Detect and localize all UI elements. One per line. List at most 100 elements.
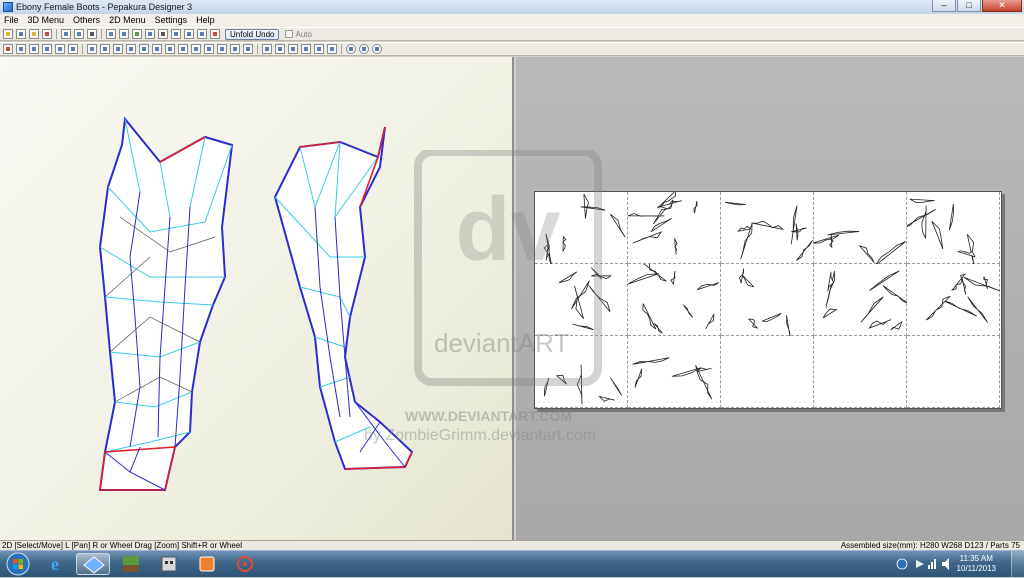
pattern-part[interactable]	[641, 262, 667, 282]
pattern-part[interactable]	[741, 274, 755, 288]
pattern-part[interactable]	[983, 276, 988, 290]
taskbar-clock[interactable]: 11:35 AM 10/11/2013	[957, 554, 996, 574]
mode-icon-4[interactable]	[126, 44, 136, 54]
2d-view-pane[interactable]	[516, 57, 1024, 540]
pattern-part[interactable]	[555, 374, 567, 385]
pattern-part[interactable]	[812, 234, 840, 244]
pattern-part[interactable]	[860, 296, 884, 323]
pattern-part[interactable]	[590, 267, 602, 280]
pattern-part[interactable]	[868, 319, 892, 329]
maximize-button[interactable]: □	[957, 0, 981, 12]
pattern-parts[interactable]	[901, 192, 1000, 270]
align-top-icon[interactable]	[301, 44, 311, 54]
mode-icon-9[interactable]	[191, 44, 201, 54]
minecraft-icon[interactable]	[114, 553, 148, 575]
align-left-icon[interactable]	[262, 44, 272, 54]
light-icon[interactable]	[68, 44, 78, 54]
print-page[interactable]	[535, 264, 628, 336]
vertex-icon[interactable]	[42, 44, 52, 54]
pattern-part[interactable]	[967, 296, 988, 323]
pattern-part[interactable]	[583, 194, 589, 219]
print-page[interactable]	[812, 192, 907, 266]
pattern-part[interactable]	[827, 230, 860, 236]
close-button[interactable]: ✕	[982, 0, 1022, 12]
flap-icon[interactable]	[132, 29, 142, 39]
pattern-part[interactable]	[670, 271, 676, 285]
pattern-part[interactable]	[822, 308, 838, 319]
menu-2d[interactable]: 2D Menu	[105, 14, 151, 27]
menu-others[interactable]: Others	[69, 14, 105, 27]
pattern-part[interactable]	[747, 318, 759, 329]
app-icon-red[interactable]	[228, 553, 262, 575]
pepakura-taskbar-icon[interactable]	[76, 553, 110, 575]
wire-icon[interactable]	[55, 44, 65, 54]
mode-icon-10[interactable]	[204, 44, 214, 54]
grid-icon[interactable]	[171, 29, 181, 39]
mode-icon-6[interactable]	[152, 44, 162, 54]
pattern-part[interactable]	[693, 201, 698, 214]
pattern-part[interactable]	[786, 315, 791, 341]
pattern-part[interactable]	[543, 377, 550, 397]
print-page[interactable]	[721, 336, 814, 408]
pattern-part[interactable]	[671, 367, 701, 377]
show-desktop-button[interactable]	[1011, 551, 1024, 577]
texture-icon[interactable]	[42, 29, 52, 39]
zoom-in-icon[interactable]	[346, 44, 356, 54]
pattern-part[interactable]	[795, 223, 799, 241]
align-middle-icon[interactable]	[314, 44, 324, 54]
print-page[interactable]	[901, 192, 1000, 270]
pattern-part[interactable]	[682, 304, 694, 318]
menu-3d[interactable]: 3D Menu	[24, 14, 70, 27]
pattern-part[interactable]	[627, 273, 659, 285]
print-page[interactable]	[627, 189, 721, 264]
print-page[interactable]	[907, 264, 1001, 336]
pattern-part[interactable]	[875, 241, 906, 266]
join-icon[interactable]	[106, 29, 116, 39]
face-icon[interactable]	[29, 44, 39, 54]
pattern-part[interactable]	[674, 238, 678, 255]
pattern-part[interactable]	[925, 295, 951, 321]
unfold-icon[interactable]	[29, 29, 39, 39]
fit-icon[interactable]	[372, 44, 382, 54]
pattern-part[interactable]	[948, 203, 955, 231]
pattern-part[interactable]	[858, 245, 875, 263]
pattern-part[interactable]	[571, 280, 590, 310]
pattern-part[interactable]	[696, 282, 720, 291]
align-center-icon[interactable]	[275, 44, 285, 54]
select-arrow-icon[interactable]	[3, 44, 13, 54]
move-icon[interactable]	[74, 29, 84, 39]
minimize-button[interactable]: –	[932, 0, 956, 12]
pattern-parts[interactable]	[628, 336, 721, 408]
pattern-part[interactable]	[890, 320, 903, 331]
print-page[interactable]	[535, 192, 628, 271]
pattern-part[interactable]	[901, 209, 936, 230]
internet-explorer-icon[interactable]: e	[38, 553, 72, 575]
pattern-part[interactable]	[609, 377, 622, 396]
print-page[interactable]	[721, 192, 814, 264]
pattern-part[interactable]	[796, 239, 813, 261]
pattern-part[interactable]	[543, 243, 549, 261]
pattern-parts[interactable]	[627, 262, 721, 336]
pattern-part[interactable]	[966, 234, 976, 270]
pattern-parts[interactable]	[814, 264, 909, 336]
pattern-parts[interactable]	[721, 192, 814, 264]
pattern-part[interactable]	[882, 285, 909, 304]
pattern-parts[interactable]	[907, 264, 1001, 336]
print-sheet[interactable]	[534, 189, 1002, 409]
menu-file[interactable]: File	[0, 14, 24, 27]
zoom-icon[interactable]	[184, 29, 194, 39]
menu-settings[interactable]: Settings	[151, 14, 193, 27]
unfold-undo-button[interactable]: Unfold Undo	[225, 28, 280, 40]
pattern-part[interactable]	[737, 225, 752, 232]
pattern-part[interactable]	[632, 357, 670, 365]
mode-icon-2[interactable]	[100, 44, 110, 54]
pattern-part[interactable]	[576, 364, 583, 405]
pattern-part[interactable]	[634, 368, 643, 388]
color-icon[interactable]	[210, 29, 220, 39]
open-icon[interactable]	[3, 29, 13, 39]
pattern-parts[interactable]	[627, 189, 721, 264]
mode-icon-12[interactable]	[230, 44, 240, 54]
pattern-part[interactable]	[591, 273, 612, 280]
pattern-part[interactable]	[572, 323, 594, 331]
pattern-part[interactable]	[961, 277, 967, 295]
